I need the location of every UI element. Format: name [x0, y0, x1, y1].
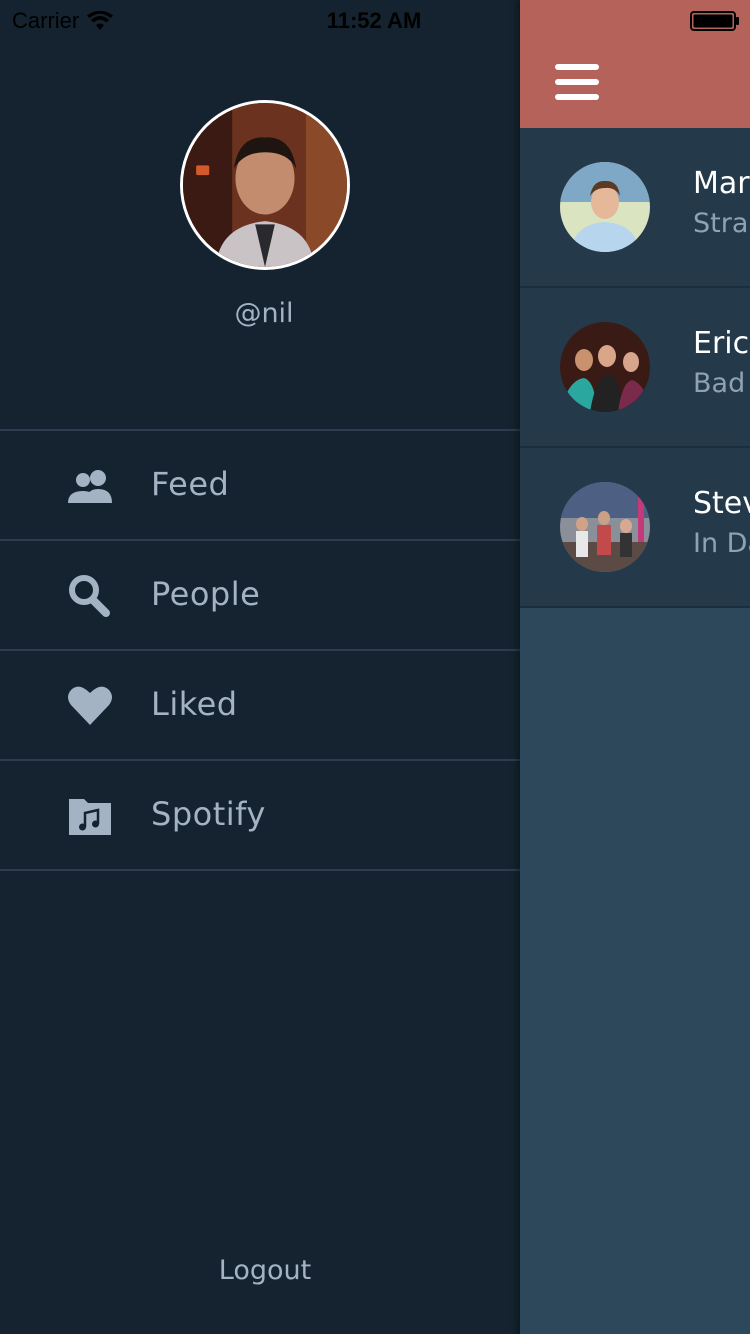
feed-item-subtitle: In Da	[693, 528, 750, 559]
music-folder-icon	[66, 793, 114, 837]
list-item[interactable]: Mar Stran	[520, 128, 750, 288]
hamburger-menu-icon[interactable]	[555, 64, 599, 102]
feed-item-subtitle: Bad	[693, 368, 746, 399]
list-item[interactable]: Stev In Da	[520, 448, 750, 608]
menu-label-spotify: Spotify	[151, 795, 266, 833]
menu-item-liked[interactable]: Liked	[0, 651, 520, 761]
menu-label-feed: Feed	[151, 465, 230, 503]
status-time: 11:52 AM	[326, 8, 422, 33]
menu-item-feed[interactable]: Feed	[0, 431, 520, 541]
side-drawer: @nil Feed People Liked Spotify Logout	[0, 0, 520, 1334]
carrier-label: Carrier	[12, 8, 80, 33]
feed-item-name: Stev	[693, 486, 750, 521]
feed-item-name: Mar	[693, 166, 750, 201]
avatar-photo	[560, 322, 650, 412]
drawer-menu: Feed People Liked Spotify	[0, 429, 520, 871]
profile-header: @nil	[0, 0, 520, 429]
feed-avatar	[560, 322, 650, 412]
profile-avatar[interactable]	[180, 100, 350, 270]
avatar-photo	[560, 162, 650, 252]
logout-button[interactable]: Logout	[0, 1255, 530, 1286]
heart-icon	[66, 683, 114, 727]
status-bar: Carrier 11:52 AM	[0, 0, 750, 40]
battery-icon	[690, 11, 739, 31]
feed-item-subtitle: Stran	[693, 208, 750, 239]
profile-username[interactable]: @nil	[0, 298, 528, 329]
menu-label-liked: Liked	[151, 685, 238, 723]
avatar-photo	[560, 482, 650, 572]
feed-item-name: Eric	[693, 326, 750, 361]
feed-list: Mar Stran Eric Bad	[520, 128, 750, 608]
people-group-icon	[66, 463, 114, 507]
carrier-indicator: Carrier	[12, 8, 114, 34]
profile-photo	[183, 103, 347, 267]
list-item[interactable]: Eric Bad	[520, 288, 750, 448]
feed-panel: Mar Stran Eric Bad	[520, 0, 750, 1334]
menu-label-people: People	[151, 575, 261, 613]
menu-item-people[interactable]: People	[0, 541, 520, 651]
feed-avatar	[560, 482, 650, 572]
wifi-icon	[87, 11, 114, 30]
menu-item-spotify[interactable]: Spotify	[0, 761, 520, 871]
search-icon	[66, 573, 114, 617]
feed-avatar	[560, 162, 650, 252]
